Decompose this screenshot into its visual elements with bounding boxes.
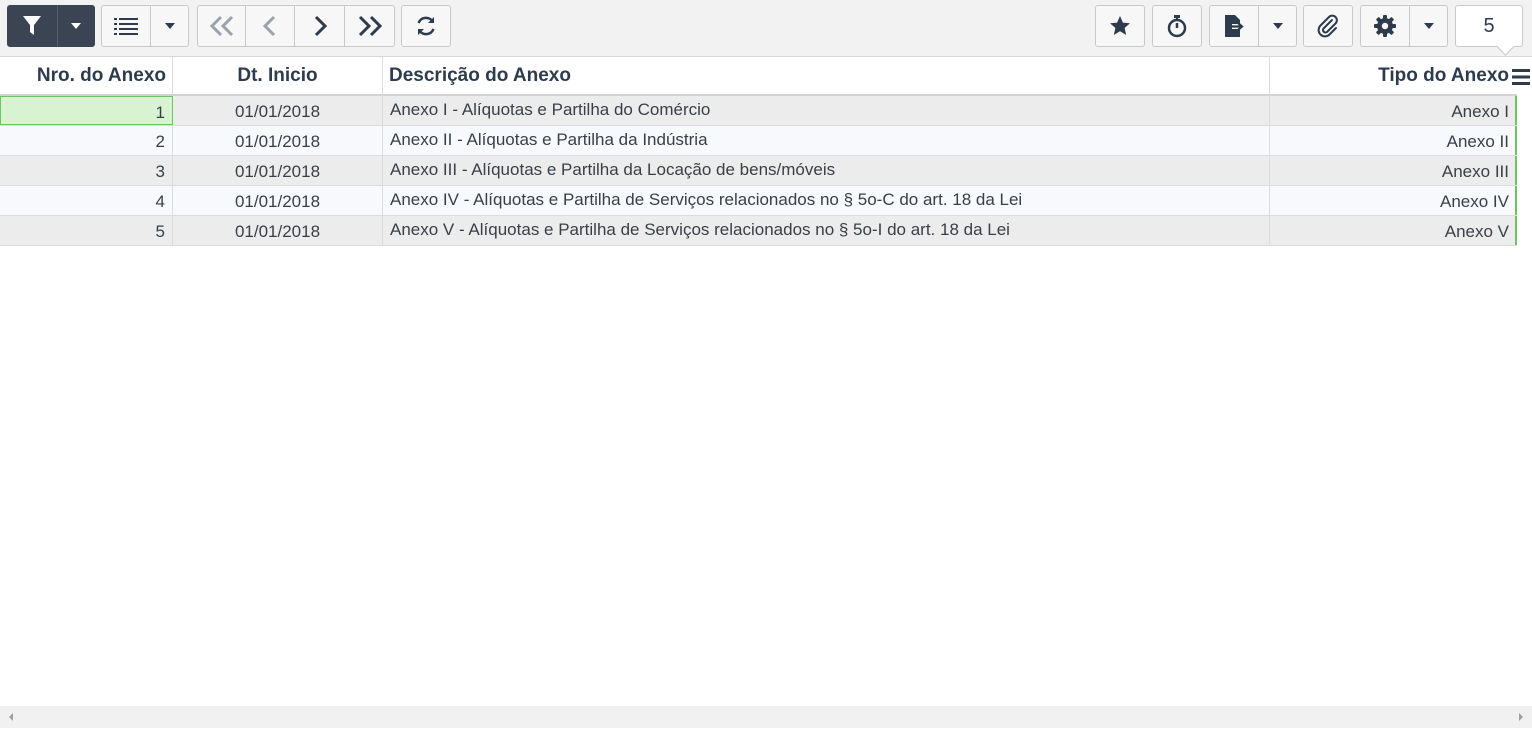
timer-button[interactable]: [1152, 5, 1202, 47]
cell-dt-inicio[interactable]: 01/01/2018: [173, 156, 383, 185]
cell-descricao[interactable]: Anexo III - Alíquotas e Partilha da Loca…: [383, 156, 1270, 185]
cell-tipo-anexo[interactable]: Anexo III: [1270, 156, 1515, 185]
list-view-button[interactable]: [101, 5, 151, 47]
column-header-dt-inicio[interactable]: Dt. Inicio: [173, 57, 383, 94]
row-marker: [1515, 126, 1517, 155]
cell-tipo-anexo[interactable]: Anexo I: [1270, 96, 1515, 125]
filter-button[interactable]: [7, 5, 57, 47]
caret-down-icon: [1272, 22, 1284, 30]
star-icon: [1109, 15, 1131, 37]
settings-button[interactable]: [1360, 5, 1410, 47]
table-row[interactable]: 5 01/01/2018 Anexo V - Alíquotas e Parti…: [0, 216, 1517, 246]
list-view-dropdown-button[interactable]: [151, 5, 189, 47]
grid-header: Nro. do Anexo Dt. Inicio Descrição do An…: [0, 57, 1517, 96]
paperclip-icon: [1316, 14, 1340, 38]
row-marker: [1515, 216, 1517, 245]
cell-nro-anexo[interactable]: 4: [0, 186, 173, 215]
table-row[interactable]: 2 01/01/2018 Anexo II - Alíquotas e Part…: [0, 126, 1517, 156]
export-button[interactable]: [1209, 5, 1259, 47]
cell-nro-anexo[interactable]: 5: [0, 216, 173, 245]
scroll-right-arrow-icon[interactable]: [1514, 710, 1528, 724]
caret-down-icon: [1423, 22, 1435, 30]
chevron-left-icon: [262, 15, 278, 37]
cell-nro-anexo[interactable]: 2: [0, 126, 173, 155]
cell-dt-inicio[interactable]: 01/01/2018: [173, 186, 383, 215]
cell-descricao[interactable]: Anexo I - Alíquotas e Partilha do Comérc…: [383, 96, 1270, 125]
table-row[interactable]: 4 01/01/2018 Anexo IV - Alíquotas e Part…: [0, 186, 1517, 216]
cell-descricao[interactable]: Anexo V - Alíquotas e Partilha de Serviç…: [383, 216, 1270, 245]
list-icon: [114, 16, 138, 36]
gear-icon: [1373, 14, 1397, 38]
data-grid: Nro. do Anexo Dt. Inicio Descrição do An…: [0, 57, 1517, 246]
settings-dropdown-button[interactable]: [1410, 5, 1448, 47]
column-menu-button[interactable]: [1511, 67, 1531, 87]
favorite-button[interactable]: [1095, 5, 1145, 47]
column-header-tipo-anexo[interactable]: Tipo do Anexo: [1270, 57, 1509, 94]
scroll-left-arrow-icon[interactable]: [4, 710, 18, 724]
stopwatch-icon: [1166, 14, 1188, 38]
cell-tipo-anexo[interactable]: Anexo V: [1270, 216, 1515, 245]
row-marker: [1515, 186, 1517, 215]
record-count: 5: [1483, 14, 1495, 37]
last-page-button[interactable]: [345, 5, 395, 47]
row-marker: [1515, 156, 1517, 185]
cell-nro-anexo[interactable]: 1: [0, 96, 173, 125]
file-export-icon: [1223, 14, 1245, 38]
hamburger-icon: [1511, 69, 1531, 91]
column-header-descricao[interactable]: Descrição do Anexo: [383, 57, 1270, 94]
filter-icon: [22, 15, 42, 37]
cell-descricao[interactable]: Anexo IV - Alíquotas e Partilha de Servi…: [383, 186, 1270, 215]
next-page-button[interactable]: [295, 5, 345, 47]
table-row[interactable]: 1 01/01/2018 Anexo I - Alíquotas e Parti…: [0, 96, 1517, 126]
double-chevron-left-icon: [209, 15, 235, 37]
cell-dt-inicio[interactable]: 01/01/2018: [173, 126, 383, 155]
attachment-button[interactable]: [1303, 5, 1353, 47]
cell-dt-inicio[interactable]: 01/01/2018: [173, 96, 383, 125]
refresh-button[interactable]: [401, 5, 451, 47]
row-marker: [1515, 96, 1517, 125]
chevron-right-icon: [312, 15, 328, 37]
caret-down-icon: [70, 22, 82, 30]
double-chevron-right-icon: [357, 15, 383, 37]
column-header-nro-anexo[interactable]: Nro. do Anexo: [0, 57, 173, 94]
horizontal-scrollbar[interactable]: [0, 706, 1532, 728]
cell-dt-inicio[interactable]: 01/01/2018: [173, 216, 383, 245]
cell-nro-anexo[interactable]: 3: [0, 156, 173, 185]
first-page-button[interactable]: [197, 5, 246, 47]
previous-page-button[interactable]: [246, 5, 295, 47]
toolbar: 5: [0, 0, 1532, 57]
record-count-badge: 5: [1455, 5, 1523, 47]
cell-tipo-anexo[interactable]: Anexo IV: [1270, 186, 1515, 215]
cell-tipo-anexo[interactable]: Anexo II: [1270, 126, 1515, 155]
filter-dropdown-button[interactable]: [57, 5, 95, 47]
caret-down-icon: [164, 22, 176, 30]
export-dropdown-button[interactable]: [1259, 5, 1297, 47]
cell-descricao[interactable]: Anexo II - Alíquotas e Partilha da Indús…: [383, 126, 1270, 155]
refresh-icon: [414, 14, 438, 38]
table-row[interactable]: 3 01/01/2018 Anexo III - Alíquotas e Par…: [0, 156, 1517, 186]
